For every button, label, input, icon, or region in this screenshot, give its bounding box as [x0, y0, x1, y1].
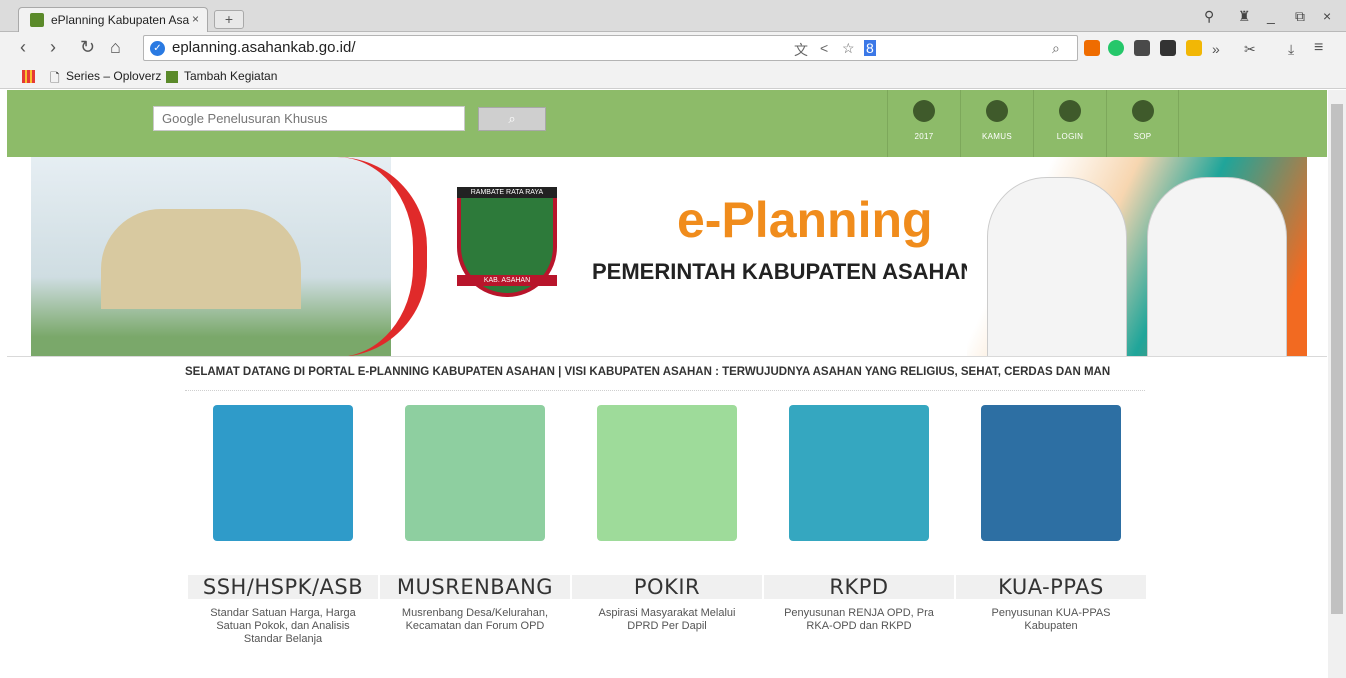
bookmark-favicon-icon	[166, 71, 178, 83]
search-button[interactable]: ⌕	[478, 107, 546, 131]
browser-tabbar: ePlanning Kabupaten Asa × + ⚲ ♜ _ ⧉ ×	[0, 0, 1346, 33]
sprout-icon	[913, 100, 935, 122]
module-title[interactable]: KUA-PPAS	[956, 575, 1146, 599]
mosque-image	[101, 209, 301, 309]
pokir-illustration	[597, 405, 737, 541]
bookmarks-bar: 🗋 Series – Oploverz Tambah Kegiatan	[0, 64, 1346, 89]
page-scrollbar[interactable]	[1328, 90, 1346, 678]
home-icon[interactable]: ⌂	[110, 37, 121, 57]
site-header: ⌕ 2017 KAMUS LOGIN SOP	[7, 90, 1327, 157]
nav-login[interactable]: LOGIN	[1033, 90, 1106, 157]
extension-clapper-icon[interactable]	[1134, 40, 1150, 56]
new-tab-button[interactable]: +	[214, 10, 244, 29]
banner-swoosh	[337, 157, 427, 356]
official-photo	[987, 177, 1127, 356]
bookmark-series[interactable]: Series – Oploverz	[66, 69, 161, 83]
omnibox-search-icon[interactable]: ⌕	[1052, 40, 1060, 57]
minimize-button[interactable]: _	[1267, 8, 1275, 24]
brand-subtitle: PEMERINTAH KABUPATEN ASAHAN	[592, 259, 977, 284]
kua-ppas-illustration	[981, 405, 1121, 541]
nav-kamus[interactable]: KAMUS	[960, 90, 1033, 157]
module-title[interactable]: POKIR	[572, 575, 762, 599]
extension-chat-icon[interactable]	[1108, 40, 1124, 56]
nav-login-label: LOGIN	[1056, 132, 1084, 141]
menu-icon[interactable]: ≡	[1314, 38, 1323, 58]
user-icon[interactable]: ⚲	[1204, 8, 1214, 25]
module-description: Penyusunan RENJA OPD, Pra RKA-OPD dan RK…	[784, 607, 934, 632]
module-card-pokir[interactable]: POKIR Aspirasi Masyarakat Melalui DPRD P…	[572, 405, 762, 633]
reload-icon[interactable]: ↻	[80, 37, 95, 57]
nav-kamus-label: KAMUS	[982, 132, 1012, 141]
hero-banner: RAMBATE RATA RAYA KAB. ASAHAN e-Planning…	[7, 157, 1327, 357]
brand-title: e-Planning	[677, 192, 933, 248]
scrollbar-thumb[interactable]	[1331, 104, 1343, 614]
module-description: Aspirasi Masyarakat Melalui DPRD Per Dap…	[598, 607, 736, 632]
official-photo	[1147, 177, 1287, 356]
bookmark-tambah-kegiatan[interactable]: Tambah Kegiatan	[184, 69, 277, 83]
more-extensions-icon[interactable]: »	[1212, 39, 1220, 59]
close-window-button[interactable]: ×	[1323, 8, 1331, 24]
cut-icon[interactable]: ✂	[1244, 39, 1256, 59]
tab-close-icon[interactable]: ×	[192, 12, 199, 26]
secure-check-icon: ✓	[150, 41, 165, 56]
chat-icon	[1131, 100, 1154, 122]
download-icon[interactable]: ⤓	[1288, 39, 1294, 59]
url-text: eplanning.asahankab.go.id/	[172, 39, 356, 56]
compass-icon	[986, 100, 1008, 122]
apps-grid-icon[interactable]	[22, 70, 35, 83]
module-description: Standar Satuan Harga, Harga Satuan Pokok…	[210, 607, 356, 645]
extension-badge-icon[interactable]	[1186, 40, 1202, 56]
module-description: Musrenbang Desa/Kelurahan, Kecamatan dan…	[401, 607, 549, 632]
module-description: Penyusunan KUA-PPAS Kabupaten	[991, 607, 1111, 632]
maximize-button[interactable]: ⧉	[1295, 8, 1305, 25]
logo-bottom-text: KAB. ASAHAN	[457, 275, 557, 286]
module-card-musrenbang[interactable]: MUSRENBANG Musrenbang Desa/Kelurahan, Ke…	[380, 405, 570, 633]
ssh-illustration	[213, 405, 353, 541]
extension-icon[interactable]: ♜	[1238, 8, 1251, 25]
module-card-kua-ppas[interactable]: KUA-PPAS Penyusunan KUA-PPAS Kabupaten	[956, 405, 1146, 633]
module-title[interactable]: MUSRENBANG	[380, 575, 570, 599]
logo-caption: RAMBATE RATA RAYA	[457, 187, 557, 198]
banner-officials-image	[967, 157, 1307, 356]
module-title[interactable]: RKPD	[764, 575, 954, 599]
forward-icon[interactable]: ›	[50, 37, 56, 57]
welcome-marquee: SELAMAT DATANG DI PORTAL E-PLANNING KABU…	[185, 366, 1111, 378]
translate-icon[interactable]: 文	[794, 40, 808, 60]
nav-sop-label: SOP	[1133, 132, 1152, 141]
site-favicon-icon	[30, 13, 44, 27]
search-engine-icon[interactable]: 8	[864, 40, 876, 56]
browser-toolbar: ‹ › ↻ ⌂ ✓ eplanning.asahankab.go.id/ 文 <…	[0, 32, 1346, 64]
page-icon: 🗋	[50, 71, 60, 85]
nav-sop[interactable]: SOP	[1106, 90, 1179, 157]
extension-fire-icon[interactable]	[1084, 40, 1100, 56]
divider	[185, 390, 1145, 391]
search-input[interactable]	[153, 106, 465, 131]
nav-2017[interactable]: 2017	[887, 90, 960, 157]
rkpd-illustration	[789, 405, 929, 541]
user-icon	[1059, 100, 1081, 122]
musrenbang-illustration	[405, 405, 545, 541]
nav-2017-label: 2017	[914, 132, 934, 141]
module-title[interactable]: SSH/HSPK/ASB	[188, 575, 378, 599]
search-icon: ⌕	[508, 111, 516, 126]
back-icon[interactable]: ‹	[20, 37, 26, 57]
extension-bug-icon[interactable]	[1160, 40, 1176, 56]
module-card-rkpd[interactable]: RKPD Penyusunan RENJA OPD, Pra RKA-OPD d…	[764, 405, 954, 633]
address-bar[interactable]: ✓ eplanning.asahankab.go.id/ 文 < ☆ 8 ⌕	[143, 35, 1078, 61]
tab-title: ePlanning Kabupaten Asa	[51, 13, 190, 27]
module-card-ssh[interactable]: SSH/HSPK/ASB Standar Satuan Harga, Harga…	[188, 405, 378, 646]
browser-tab[interactable]: ePlanning Kabupaten Asa ×	[18, 7, 208, 33]
star-icon[interactable]: ☆	[842, 40, 855, 57]
share-icon[interactable]: <	[820, 40, 828, 56]
